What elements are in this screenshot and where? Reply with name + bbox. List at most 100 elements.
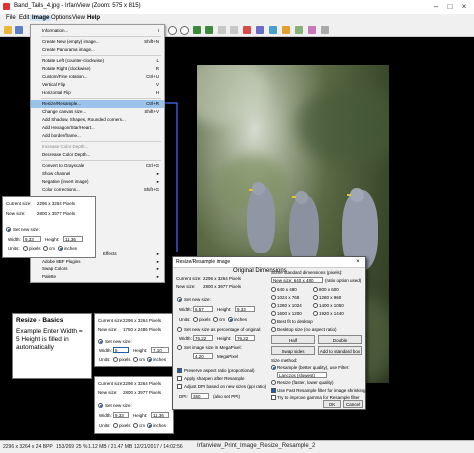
unit-inches-label: inches (64, 246, 78, 251)
megapixel-input[interactable]: 4.20 (193, 353, 213, 359)
menu-item-add-shadow[interactable]: Add Shadow, Shapes, Rounded corners... (31, 116, 164, 124)
height-input[interactable]: 11.36 (63, 236, 83, 242)
fast-resample-checkbox[interactable] (271, 388, 276, 393)
unit-cm-radio[interactable] (133, 357, 138, 362)
resize-basics-note: Resize - Basics Example Enter Width = 5 … (12, 313, 92, 379)
menu-item-vertical-flip[interactable]: Vertical Flip V (31, 81, 164, 89)
std-640-radio[interactable] (271, 287, 276, 292)
swap-sides-button[interactable]: Swap sides (271, 346, 315, 355)
current-size-value: 2296 x 3264 Pixels (123, 381, 162, 386)
menu-item-create-new[interactable]: Create New (empty) image... Shift+N (31, 38, 164, 46)
width-input[interactable]: 9.33 (113, 412, 129, 418)
dialog-close-icon[interactable]: × (356, 258, 360, 265)
new-size-select[interactable]: New size: 640 x 480 (271, 277, 323, 283)
set-new-size-label: Set new size: (105, 339, 132, 344)
unit-cm-radio[interactable] (213, 317, 218, 322)
unit-inches-radio[interactable] (228, 317, 233, 322)
gamma-checkbox[interactable] (271, 395, 276, 400)
unit-pixels-radio[interactable] (113, 423, 118, 428)
unit-inches-radio[interactable] (58, 246, 63, 251)
unit-cm-radio[interactable] (43, 246, 48, 251)
width-input[interactable]: 5 (113, 347, 129, 353)
ok-button[interactable]: OK (323, 400, 341, 408)
size-method-label: Size method: (271, 358, 298, 363)
menu-item-resize-resample[interactable]: Resize/Resample... Ctrl+R (31, 100, 164, 108)
unit-pixels-radio[interactable] (23, 246, 28, 251)
menu-item-canvas-size[interactable]: Change canvas size... Shift+V (31, 108, 164, 116)
cancel-button[interactable]: Cancel (343, 400, 363, 408)
status-dimensions: 2296 x 3264 x 24 BPP (3, 444, 53, 450)
pct-width-input[interactable]: 76.22 (193, 335, 213, 341)
menu-item-add-border[interactable]: Add border/frame... (31, 132, 164, 140)
std-1600-radio[interactable] (271, 311, 276, 316)
set-new-size-radio[interactable] (6, 227, 11, 232)
preserve-aspect-checkbox[interactable] (177, 368, 182, 373)
double-button[interactable]: Double (318, 335, 362, 344)
std-1280-1024-radio[interactable] (271, 303, 276, 308)
set-new-size-radio[interactable] (98, 339, 103, 344)
menu-item-swap-colors[interactable]: Swap Colors ▸ (31, 265, 164, 273)
set-new-size-label: Set new size: (13, 227, 40, 232)
half-button[interactable]: Half (271, 335, 315, 344)
menu-separator (41, 55, 161, 56)
menu-separator (41, 36, 161, 37)
set-new-size-radio[interactable] (98, 403, 103, 408)
menu-item-horizontal-flip[interactable]: Horizontal Flip H (31, 89, 164, 97)
filter-select[interactable]: Lanczos (slowest) (277, 372, 327, 378)
menu-item-decrease-depth[interactable]: Decrease Color Depth... (31, 151, 164, 159)
width-label: Width: (179, 307, 192, 312)
add-to-standard-button[interactable]: Add to standard box (318, 346, 362, 355)
width-input[interactable]: 9.33 (23, 236, 41, 242)
resize-radio[interactable] (271, 380, 276, 385)
menu-item-panorama[interactable]: Create Panorama image... (31, 46, 164, 54)
menu-item-color-corrections[interactable]: Color corrections... Shift+G (31, 186, 164, 194)
std-1400-radio[interactable] (313, 303, 318, 308)
std-800-radio[interactable] (313, 287, 318, 292)
height-input[interactable]: 7.10 (151, 347, 169, 353)
unit-pixels-radio[interactable] (193, 317, 198, 322)
apply-sharpen-checkbox[interactable] (177, 376, 182, 381)
resample-radio[interactable] (271, 365, 276, 370)
desktop-size-radio[interactable] (271, 327, 276, 332)
percentage-radio[interactable] (177, 327, 182, 332)
width-input[interactable]: 6.57 (193, 306, 213, 312)
megapixel-radio[interactable] (177, 345, 182, 350)
resize-panel-b: Current size: 2296 x 3264 Pixels New siz… (94, 313, 174, 367)
menu-item-rotate-right[interactable]: Rotate Right (clockwise) R (31, 65, 164, 73)
menu-separator (41, 98, 161, 99)
menu-item-fine-rotation[interactable]: Custom/Fine rotation... Ctrl+U (31, 73, 164, 81)
std-1024-radio[interactable] (271, 295, 276, 300)
adjust-dpi-checkbox[interactable] (177, 384, 182, 389)
std-1920-radio[interactable] (313, 311, 318, 316)
unit-inches-radio[interactable] (147, 357, 152, 362)
menu-item-palette[interactable]: Palette ▸ (31, 273, 164, 281)
width-label: Width: (99, 413, 112, 418)
menu-item-add-hexagon[interactable]: Add Hexagon/Star/Heart... (31, 124, 164, 132)
dpi-input[interactable]: 350 (191, 393, 209, 399)
height-label: Height: (133, 348, 148, 353)
set-new-size-radio[interactable] (177, 297, 182, 302)
desktop-size-label: Desktop size (no aspect ratio) (277, 327, 337, 332)
best-fit-radio[interactable] (271, 319, 276, 324)
unit-cm-radio[interactable] (133, 423, 138, 428)
megapixel-unit: MegaPixel (217, 354, 239, 359)
height-label: Height: (45, 237, 60, 242)
unit-pixels-radio[interactable] (113, 357, 118, 362)
std-dims-label: Some standard dimensions (pixels): (271, 270, 343, 275)
menu-item-show-channel[interactable]: Show channel ▸ (31, 170, 164, 178)
unit-inches-radio[interactable] (147, 423, 152, 428)
dpi-label: DPI: (179, 394, 188, 399)
menu-item-negative[interactable]: Negative (invert image) ▸ (31, 178, 164, 186)
std-1280-960-radio[interactable] (313, 295, 318, 300)
menu-item-rotate-left[interactable]: Rotate Left (counter-clockwise) L (31, 57, 164, 65)
current-size-value: 2296 x 3264 Pixels (37, 201, 76, 206)
menu-separator (41, 141, 161, 142)
menu-item-information[interactable]: Information... I (31, 27, 164, 35)
menu-item-increase-depth[interactable]: Increase Color Depth... (31, 143, 164, 151)
menu-item-grayscale[interactable]: Convert to Grayscale Ctrl+G (31, 162, 164, 170)
new-size-value: 1750 x 2486 Pixels (123, 327, 162, 332)
pct-height-input[interactable]: 76.22 (235, 335, 255, 341)
height-input[interactable]: 9.33 (235, 306, 255, 312)
unit-inches-label: inches (153, 357, 167, 362)
height-input[interactable]: 11.36 (151, 412, 169, 418)
